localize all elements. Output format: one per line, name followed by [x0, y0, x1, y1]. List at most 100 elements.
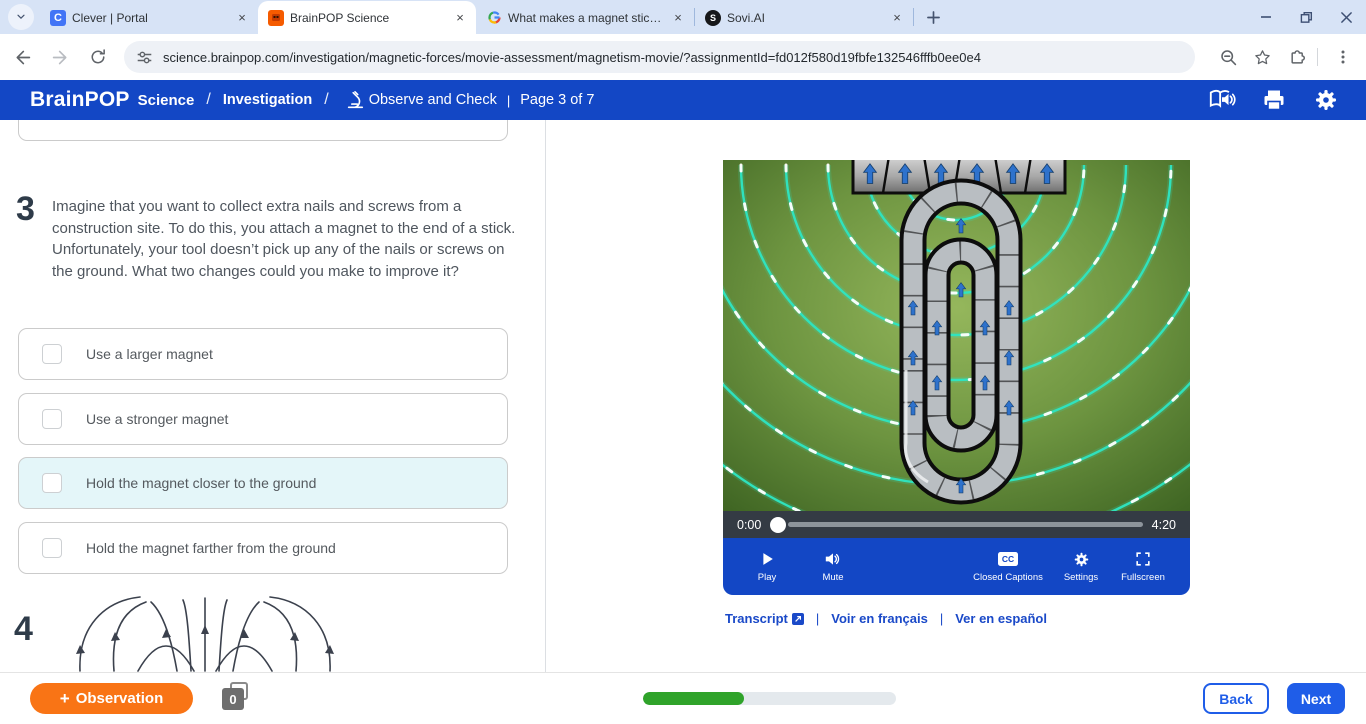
kebab-menu-icon: [1341, 50, 1345, 64]
fullscreen-button[interactable]: Fullscreen: [1112, 550, 1174, 583]
seek-handle[interactable]: [770, 516, 787, 533]
moby-robot-icon: [272, 13, 280, 21]
tab-close-icon[interactable]: ×: [234, 10, 250, 26]
progress-bar: [643, 692, 896, 705]
reload-button[interactable]: [82, 41, 114, 73]
cc-label: Closed Captions: [973, 572, 1043, 583]
back-nav-button[interactable]: [6, 41, 38, 73]
external-link-icon: [791, 612, 804, 625]
video-player: 0:00 4:20 Play Mute CC Closed Captions S…: [723, 160, 1190, 626]
answer-option[interactable]: Hold the magnet closer to the ground: [18, 457, 508, 509]
toolbar-separator: [1317, 48, 1318, 66]
link-separator: |: [939, 611, 944, 626]
new-tab-button[interactable]: [920, 4, 946, 30]
tab-google-search[interactable]: What makes a magnet stick to ×: [476, 1, 694, 34]
question-number: 4: [14, 610, 33, 648]
browser-toolbar: science.brainpop.com/investigation/magne…: [0, 34, 1366, 80]
brainpop-header: BrainPOP Science / Investigation / Obser…: [0, 80, 1366, 120]
extensions-button[interactable]: [1281, 42, 1311, 72]
address-bar[interactable]: science.brainpop.com/investigation/magne…: [124, 41, 1195, 73]
checkbox[interactable]: [42, 344, 62, 364]
answer-option-partial[interactable]: other objects: [18, 120, 508, 141]
window-controls: [1246, 0, 1366, 34]
main-content: other objects 3 Imagine that you want to…: [0, 120, 1366, 672]
fullscreen-label: Fullscreen: [1121, 572, 1165, 583]
video-settings-button[interactable]: Settings: [1050, 550, 1112, 583]
next-button[interactable]: Next: [1287, 683, 1345, 714]
read-aloud-button[interactable]: [1208, 87, 1236, 113]
mute-button[interactable]: Mute: [805, 550, 861, 583]
gear-icon: [1073, 550, 1090, 568]
video-timeline[interactable]: 0:00 4:20: [723, 511, 1190, 538]
answer-option[interactable]: Use a larger magnet: [18, 328, 508, 380]
tab-close-icon[interactable]: ×: [452, 10, 468, 26]
spanish-link[interactable]: Ver en español: [955, 611, 1047, 626]
brainpop-favicon: [268, 9, 284, 26]
magnetic-field-diagram: [76, 596, 334, 672]
option-label: Hold the magnet closer to the ground: [86, 475, 317, 491]
zoom-out-indicator[interactable]: [1213, 42, 1243, 72]
answer-option[interactable]: Use a stronger magnet: [18, 393, 508, 445]
toolbar-right-icons: [1209, 42, 1358, 72]
checkbox[interactable]: [42, 473, 62, 493]
settings-button[interactable]: [1312, 87, 1340, 113]
reload-icon: [91, 49, 105, 64]
microscope-icon: [341, 87, 369, 113]
mute-label: Mute: [822, 572, 844, 583]
page-title: Observe and Check: [368, 92, 497, 108]
tab-search-button[interactable]: [8, 4, 34, 30]
play-label: Play: [757, 572, 777, 583]
minimize-icon: [1261, 16, 1271, 18]
tab-brainpop[interactable]: BrainPOP Science ×: [258, 1, 476, 34]
option-label: Use a larger magnet: [86, 346, 213, 362]
tab-sovi[interactable]: S Sovi.AI ×: [695, 1, 913, 34]
tab-separator: [913, 8, 914, 26]
fullscreen-icon: [1135, 550, 1151, 568]
printer-icon: [1264, 90, 1284, 111]
bookmark-button[interactable]: [1247, 42, 1277, 72]
plus-icon: [926, 10, 940, 24]
clever-favicon: C: [50, 9, 66, 26]
star-icon: [1254, 49, 1270, 64]
browser-menu-button[interactable]: [1328, 42, 1358, 72]
back-button[interactable]: Back: [1203, 683, 1269, 714]
browser-window: C Clever | Portal × BrainPOP Science × W…: [0, 0, 1366, 724]
video-controls: Play Mute CC Closed Captions Settings Fu…: [723, 538, 1190, 595]
brainpop-logo[interactable]: BrainPOP: [30, 88, 130, 112]
close-icon: [1340, 11, 1352, 23]
question-paragraph: Unfortunately, your tool doesn’t pick up…: [52, 241, 505, 280]
close-window-button[interactable]: [1326, 0, 1366, 34]
panel-divider: [545, 120, 546, 672]
puzzle-icon: [1290, 49, 1305, 64]
transcript-link[interactable]: Transcript: [725, 611, 804, 626]
checkbox[interactable]: [42, 409, 62, 429]
page-indicator: Page 3 of 7: [520, 92, 595, 108]
back-arrow-icon: [15, 50, 30, 64]
closed-captions-button[interactable]: CC Closed Captions: [966, 550, 1050, 583]
play-button[interactable]: Play: [739, 550, 795, 583]
forward-nav-button[interactable]: [44, 41, 76, 73]
video-frame-magnet-animation[interactable]: [723, 160, 1190, 511]
chevron-down-icon: [17, 14, 25, 20]
url-text[interactable]: science.brainpop.com/investigation/magne…: [163, 50, 981, 65]
breadcrumb-investigation[interactable]: Investigation: [223, 92, 312, 108]
french-link[interactable]: Voir en français: [831, 611, 928, 626]
current-time: 0:00: [737, 517, 762, 532]
print-button[interactable]: [1260, 87, 1288, 113]
question-text: Imagine that you want to collect extra n…: [52, 196, 518, 282]
checkbox[interactable]: [42, 538, 62, 558]
header-divider: |: [506, 92, 511, 108]
tab-clever[interactable]: C Clever | Portal ×: [40, 1, 258, 34]
restore-button[interactable]: [1286, 0, 1326, 34]
tab-close-icon[interactable]: ×: [889, 10, 905, 26]
minimize-button[interactable]: [1246, 0, 1286, 34]
tab-close-icon[interactable]: ×: [670, 10, 686, 26]
question-paragraph: Imagine that you want to collect extra n…: [52, 198, 516, 237]
site-settings-icon[interactable]: [136, 49, 153, 66]
seek-track[interactable]: [788, 522, 1143, 527]
add-observation-button[interactable]: + Observation: [30, 683, 193, 714]
answer-option[interactable]: Hold the magnet farther from the ground: [18, 522, 508, 574]
forward-arrow-icon: [52, 50, 67, 64]
option-label: Hold the magnet farther from the ground: [86, 540, 336, 556]
observation-counter[interactable]: 0: [222, 682, 252, 712]
